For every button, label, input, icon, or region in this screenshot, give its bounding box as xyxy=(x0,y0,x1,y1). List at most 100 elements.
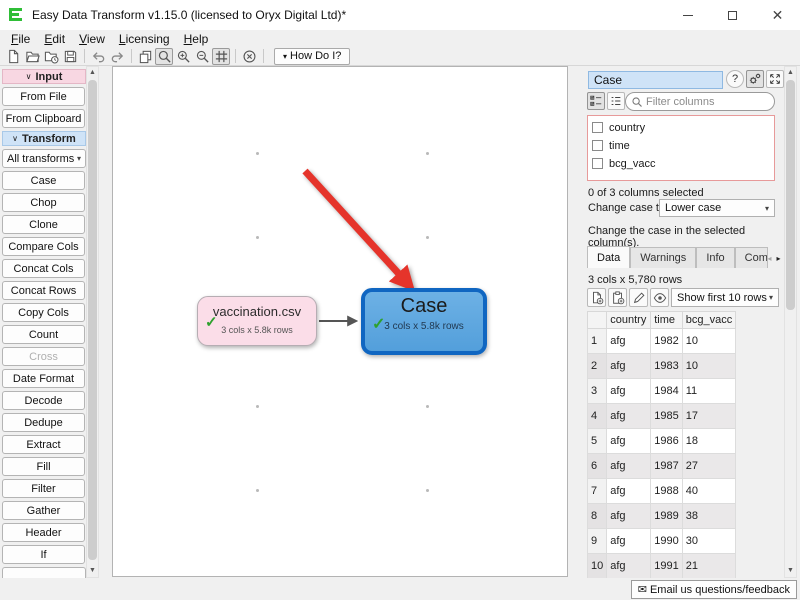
tab-comments[interactable]: Comments xyxy=(735,247,768,268)
checkbox-icon[interactable] xyxy=(592,158,603,169)
transform-gather-button[interactable]: Gather xyxy=(2,501,85,520)
table-row[interactable]: 3afg198411 xyxy=(588,379,736,404)
rows-shown-dropdown[interactable]: Show first 10 rows▾ xyxy=(671,288,779,307)
data-table: country time bcg_vacc 1afg1982102afg1983… xyxy=(587,311,736,578)
undo-icon[interactable] xyxy=(89,48,107,65)
table-row[interactable]: 5afg198618 xyxy=(588,429,736,454)
how-do-i-button[interactable]: ▾How Do I? xyxy=(274,48,350,65)
transform-partial-button[interactable] xyxy=(2,567,86,578)
settings-gear-icon[interactable] xyxy=(746,70,764,88)
table-row[interactable]: 2afg198310 xyxy=(588,354,736,379)
change-case-dropdown[interactable]: Lower case▾ xyxy=(659,199,775,217)
menu-help[interactable]: Help xyxy=(177,32,216,46)
transform-count-button[interactable]: Count xyxy=(2,325,85,344)
column-item-time[interactable]: time xyxy=(592,138,774,153)
open-recent-icon[interactable] xyxy=(42,48,60,65)
column-item-bcg-vacc[interactable]: bcg_vacc xyxy=(592,156,774,171)
selection-status: 0 of 3 columns selected xyxy=(588,187,704,199)
copy-data-icon[interactable] xyxy=(587,288,606,307)
checkbox-icon[interactable] xyxy=(592,140,603,151)
table-row[interactable]: 9afg199030 xyxy=(588,529,736,554)
column-header-time[interactable]: time xyxy=(651,312,682,329)
expand-panel-icon[interactable] xyxy=(766,70,784,88)
edit-pencil-icon[interactable] xyxy=(629,288,648,307)
menu-licensing[interactable]: Licensing xyxy=(112,32,177,46)
transform-if-button[interactable]: If xyxy=(2,545,85,564)
redo-icon[interactable] xyxy=(108,48,126,65)
menu-edit[interactable]: Edit xyxy=(37,32,72,46)
transform-header-button[interactable]: Header xyxy=(2,523,85,542)
transform-case-button[interactable]: Case xyxy=(2,171,85,190)
transform-clone-button[interactable]: Clone xyxy=(2,215,85,234)
zoom-out-icon[interactable] xyxy=(193,48,211,65)
transform-chop-button[interactable]: Chop xyxy=(2,193,85,212)
scrollbar-thumb[interactable] xyxy=(786,80,795,310)
new-file-icon[interactable] xyxy=(4,48,22,65)
column-header-country[interactable]: country xyxy=(607,312,651,329)
minimize-button[interactable] xyxy=(665,0,710,30)
maximize-button[interactable] xyxy=(710,0,755,30)
scroll-up-icon[interactable]: ▲ xyxy=(87,67,98,79)
table-row[interactable]: 10afg199121 xyxy=(588,554,736,579)
tabs-scroll-right-icon[interactable]: ▸ xyxy=(774,250,783,267)
table-row[interactable]: 6afg198727 xyxy=(588,454,736,479)
close-button[interactable]: ✕ xyxy=(755,0,800,30)
transform-copy-cols-button[interactable]: Copy Cols xyxy=(2,303,85,322)
input-from-file-button[interactable]: From File xyxy=(2,87,85,106)
tab-data[interactable]: Data xyxy=(587,246,630,268)
open-file-icon[interactable] xyxy=(23,48,41,65)
filter-columns-box[interactable] xyxy=(625,92,775,111)
tabs-scroll-left-icon[interactable]: ◂ xyxy=(765,250,774,267)
column-header-bcg-vacc[interactable]: bcg_vacc xyxy=(682,312,735,329)
transform-concat-rows-button[interactable]: Concat Rows xyxy=(2,281,85,300)
menu-file[interactable]: File xyxy=(4,32,37,46)
flow-canvas[interactable]: ✓ vaccination.csv 3 cols x 5.8k rows ✓ C… xyxy=(112,66,568,577)
scroll-down-icon[interactable]: ▼ xyxy=(785,565,796,577)
table-row[interactable]: 4afg198517 xyxy=(588,404,736,429)
input-section-header[interactable]: ∨Input xyxy=(2,69,86,84)
table-row[interactable]: 7afg198840 xyxy=(588,479,736,504)
select-columns-icon[interactable] xyxy=(587,92,605,110)
table-row[interactable]: 8afg198938 xyxy=(588,504,736,529)
scroll-up-icon[interactable]: ▲ xyxy=(785,67,796,79)
table-cell: afg xyxy=(607,429,651,454)
transform-node-case[interactable]: ✓ Case 3 cols x 5.8k rows xyxy=(361,288,487,355)
transform-fill-button[interactable]: Fill xyxy=(2,457,85,476)
grid-dot xyxy=(426,489,429,492)
tab-warnings[interactable]: Warnings xyxy=(630,247,696,268)
preview-eye-icon[interactable] xyxy=(650,288,669,307)
checkbox-icon[interactable] xyxy=(592,122,603,133)
zoom-in-icon[interactable] xyxy=(174,48,192,65)
scroll-down-icon[interactable]: ▼ xyxy=(87,565,98,577)
filter-columns-input[interactable] xyxy=(646,96,761,108)
tab-info[interactable]: Info xyxy=(696,247,734,268)
help-icon[interactable]: ? xyxy=(726,70,744,88)
transform-decode-button[interactable]: Decode xyxy=(2,391,85,410)
transform-filter-button[interactable]: Filter xyxy=(2,479,85,498)
sidebar-scrollbar[interactable]: ▲ ▼ xyxy=(86,66,99,578)
transform-section-header[interactable]: ∨Transform xyxy=(2,131,86,146)
search-icon[interactable] xyxy=(155,48,173,65)
transform-date-format-button[interactable]: Date Format xyxy=(2,369,85,388)
input-from-clipboard-button[interactable]: From Clipboard xyxy=(2,109,85,128)
grid-dot xyxy=(426,405,429,408)
snap-grid-icon[interactable] xyxy=(212,48,230,65)
save-icon[interactable] xyxy=(61,48,79,65)
transform-extract-button[interactable]: Extract xyxy=(2,435,85,454)
transforms-filter-dropdown[interactable]: All transforms▾ xyxy=(2,149,86,168)
feedback-button[interactable]: ✉ Email us questions/feedback xyxy=(631,580,797,599)
how-do-i-label: How Do I? xyxy=(290,50,341,62)
transform-compare-cols-button[interactable]: Compare Cols xyxy=(2,237,85,256)
paste-data-icon[interactable] xyxy=(608,288,627,307)
transform-dedupe-button[interactable]: Dedupe xyxy=(2,413,85,432)
table-row[interactable]: 1afg198210 xyxy=(588,329,736,354)
menu-view[interactable]: View xyxy=(72,32,112,46)
transform-concat-cols-button[interactable]: Concat Cols xyxy=(2,259,85,278)
duplicate-icon[interactable] xyxy=(136,48,154,65)
disconnect-icon[interactable] xyxy=(240,48,258,65)
column-item-country[interactable]: country xyxy=(592,120,774,135)
scrollbar-thumb[interactable] xyxy=(88,80,97,560)
source-node-vaccination-csv[interactable]: ✓ vaccination.csv 3 cols x 5.8k rows xyxy=(197,296,317,346)
panel-scrollbar[interactable]: ▲ ▼ xyxy=(784,66,797,578)
list-view-icon[interactable] xyxy=(607,92,625,110)
